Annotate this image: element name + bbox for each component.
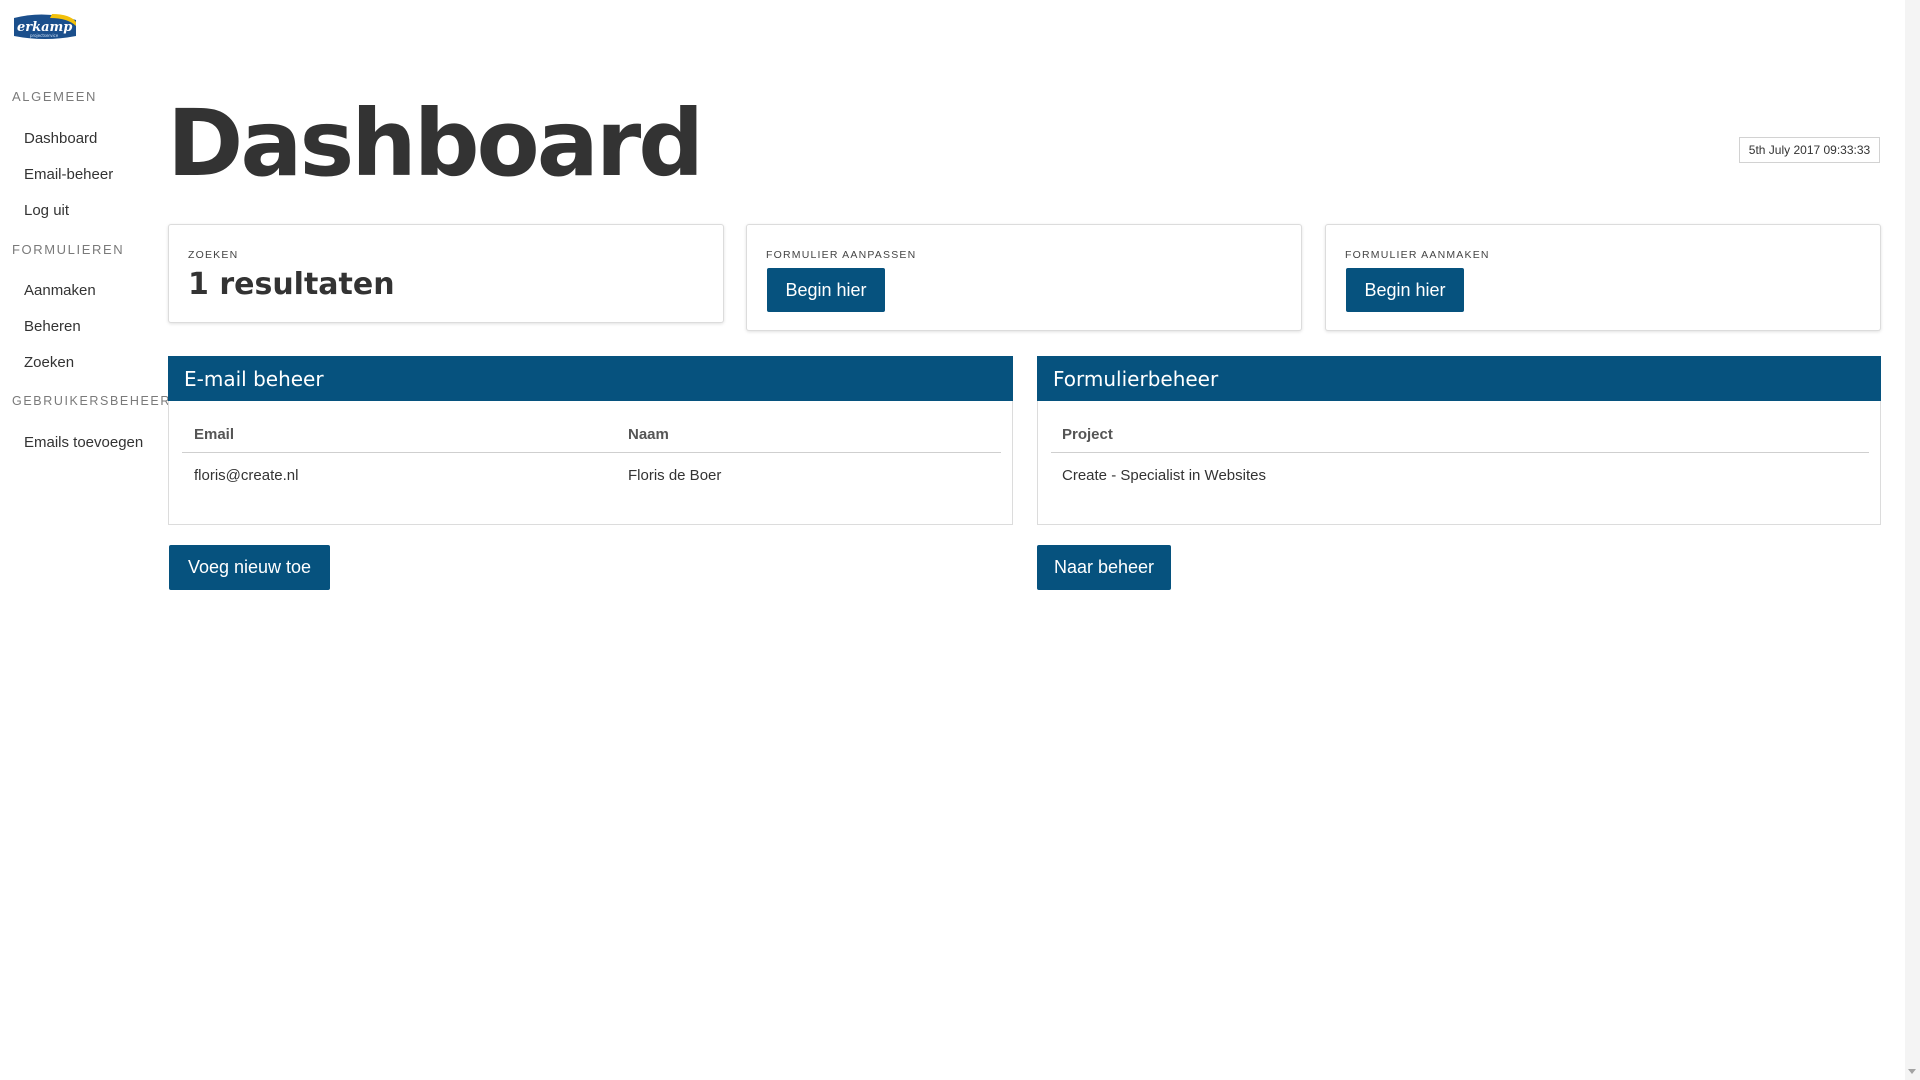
email-panel: E-mail beheer Email Naam floris@create.n… xyxy=(168,356,1013,525)
sidebar-section-formulieren: FORMULIEREN xyxy=(12,242,125,257)
email-panel-title: E-mail beheer xyxy=(168,356,1013,401)
form-panel-title: Formulierbeheer xyxy=(1037,356,1881,401)
timestamp-badge: 5th July 2017 09:33:33 xyxy=(1739,137,1880,163)
table-divider xyxy=(182,452,1001,453)
sidebar-item-emails-toevoegen[interactable]: Emails toevoegen xyxy=(24,434,143,451)
naar-beheer-button[interactable]: Naar beheer xyxy=(1037,545,1171,590)
card-label: ZOEKEN xyxy=(188,249,239,261)
card-zoeken: ZOEKEN 1 resultaten xyxy=(168,224,724,323)
column-header-project: Project xyxy=(1062,426,1113,443)
begin-hier-aanpassen-button[interactable]: Begin hier xyxy=(767,268,885,312)
search-results-count: 1 resultaten xyxy=(188,267,395,302)
sidebar-item-dashboard[interactable]: Dashboard xyxy=(24,130,97,147)
card-label: FORMULIER AANPASSEN xyxy=(766,249,917,261)
form-panel: Formulierbeheer Project Create - Special… xyxy=(1037,356,1881,525)
card-label: FORMULIER AANMAKEN xyxy=(1345,249,1490,261)
begin-hier-aanmaken-button[interactable]: Begin hier xyxy=(1346,268,1464,312)
table-divider xyxy=(1051,452,1869,453)
sidebar-item-email-beheer[interactable]: Email-beheer xyxy=(24,166,113,183)
table-cell-project: Create - Specialist in Websites xyxy=(1062,467,1266,484)
sidebar-item-log-uit[interactable]: Log uit xyxy=(24,202,69,219)
chevron-down-icon[interactable] xyxy=(1908,1069,1916,1074)
sidebar-item-aanmaken[interactable]: Aanmaken xyxy=(24,282,96,299)
sidebar: ALGEMEEN Dashboard Email-beheer Log uit … xyxy=(0,0,169,1080)
card-formulier-aanmaken: FORMULIER AANMAKEN Begin hier xyxy=(1325,224,1881,331)
voeg-nieuw-toe-button[interactable]: Voeg nieuw toe xyxy=(169,545,330,590)
column-header-email: Email xyxy=(194,426,235,443)
table-cell-email: floris@create.nl xyxy=(194,467,299,484)
sidebar-section-gebruikersbeheer: GEBRUIKERSBEHEER xyxy=(12,394,171,408)
column-header-naam: Naam xyxy=(628,426,669,443)
sidebar-section-algemeen: ALGEMEEN xyxy=(12,89,98,104)
page-title: Dashboard xyxy=(167,90,704,197)
table-cell-naam: Floris de Boer xyxy=(628,467,722,484)
sidebar-item-zoeken[interactable]: Zoeken xyxy=(24,354,74,371)
page-scrollbar[interactable] xyxy=(1905,0,1920,1080)
sidebar-item-beheren[interactable]: Beheren xyxy=(24,318,81,335)
card-formulier-aanpassen: FORMULIER AANPASSEN Begin hier xyxy=(746,224,1302,331)
